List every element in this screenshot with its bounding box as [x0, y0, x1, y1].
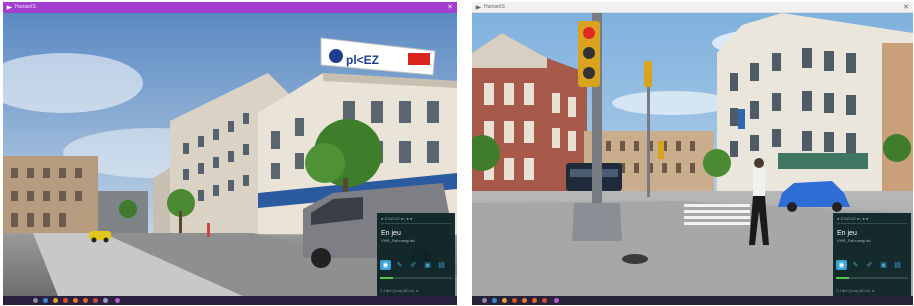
- app-icon-5[interactable]: [554, 298, 559, 303]
- edge-icon[interactable]: [492, 298, 497, 303]
- right-title-bar[interactable]: HumanIS ✕: [472, 2, 913, 13]
- start-icon[interactable]: [482, 298, 487, 303]
- overlay-footer: © 2 ■ 4 (3 ms) (60 hz) ◄: [380, 289, 419, 293]
- save-icon[interactable]: ▣: [422, 260, 433, 270]
- brush-icon[interactable]: ✐: [864, 260, 875, 270]
- billboard-text: pl<EZ: [346, 53, 379, 67]
- status-text: En jeu: [381, 230, 401, 237]
- file-name: VHR_Fabr.wegl.ab: [837, 238, 871, 243]
- file-name: VHR_Fabr.wegl.ab: [381, 238, 415, 243]
- overlay-footer: © 2 ■ 4 (3 ms) (60 hz) ◄: [836, 289, 875, 293]
- camera-icon[interactable]: ◉: [836, 260, 847, 270]
- app-icon-4[interactable]: [93, 298, 98, 303]
- app-icon-3[interactable]: [83, 298, 88, 303]
- doc-icon[interactable]: ▤: [892, 260, 903, 270]
- edge-icon[interactable]: [43, 298, 48, 303]
- pen-icon[interactable]: ✎: [394, 260, 405, 270]
- left-title-bar[interactable]: HumanIS ✕: [3, 2, 457, 13]
- overlay-toolbar: ◉ ✎ ✐ ▣ ▤: [836, 260, 903, 270]
- brush-icon[interactable]: ✐: [408, 260, 419, 270]
- taskbar: [3, 296, 457, 305]
- window-title: HumanIS: [15, 4, 36, 10]
- status-overlay-panel: ● STATUS ● | ● ● En jeu VHR_Fabr.wegl.ab…: [833, 213, 911, 296]
- close-icon[interactable]: ✕: [903, 2, 909, 13]
- pen-icon[interactable]: ✎: [850, 260, 861, 270]
- progress-bar-fill: [380, 277, 393, 279]
- overlay-toolbar: ◉ ✎ ✐ ▣ ▤: [380, 260, 447, 270]
- right-app-window: HumanIS ✕ ● STATUS ● | ● ● En jeu VHR_Fa…: [472, 2, 913, 305]
- overlay-header: ● STATUS ● | ● ●: [837, 216, 907, 224]
- camera-icon[interactable]: ◉: [380, 260, 391, 270]
- overlay-header: ● STATUS ● | ● ●: [381, 216, 451, 224]
- app-icon-3[interactable]: [532, 298, 537, 303]
- app-icon: [6, 5, 13, 10]
- app-icon-2[interactable]: [522, 298, 527, 303]
- doc-icon[interactable]: ▤: [436, 260, 447, 270]
- folder-icon[interactable]: [502, 298, 507, 303]
- app-icon-6[interactable]: [115, 298, 120, 303]
- status-overlay-panel: ● STATUS ● | ● ● En jeu VHR_Fabr.wegl.ab…: [377, 213, 455, 296]
- app-icon-1[interactable]: [63, 298, 68, 303]
- left-app-window: HumanIS ✕ pl<EZ ● STATUS ● | ● ● En jeu …: [3, 2, 457, 305]
- close-icon[interactable]: ✕: [447, 2, 453, 13]
- save-icon[interactable]: ▣: [878, 260, 889, 270]
- progress-bar: [380, 277, 452, 279]
- window-title: HumanIS: [484, 4, 505, 10]
- app-icon-2[interactable]: [73, 298, 78, 303]
- app-icon-5[interactable]: [103, 298, 108, 303]
- status-text: En jeu: [837, 230, 857, 237]
- progress-bar-fill: [836, 277, 849, 279]
- folder-icon[interactable]: [53, 298, 58, 303]
- app-icon-1[interactable]: [512, 298, 517, 303]
- app-icon-4[interactable]: [542, 298, 547, 303]
- progress-bar: [836, 277, 908, 279]
- taskbar: [472, 296, 913, 305]
- app-icon: [475, 5, 482, 10]
- start-icon[interactable]: [33, 298, 38, 303]
